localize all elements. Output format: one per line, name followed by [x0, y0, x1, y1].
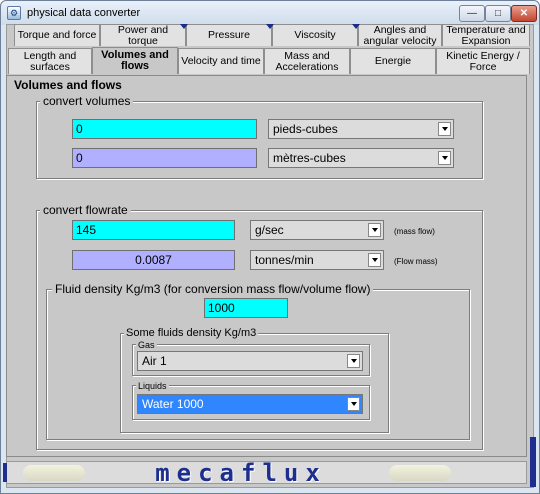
liquids-label: Liquids — [136, 381, 169, 391]
convert-volumes-label: convert volumes — [40, 95, 134, 108]
tab-label: Velocity and time — [181, 55, 261, 67]
close-button[interactable]: ✕ — [511, 5, 537, 22]
tab-torque-and-force[interactable]: Torque and force — [14, 24, 100, 46]
liquids-select[interactable]: Water 1000 — [137, 394, 363, 414]
select-value: Air 1 — [142, 354, 167, 368]
tab-label: Viscosity — [294, 29, 336, 41]
maximize-button[interactable]: □ — [485, 5, 511, 22]
tab-marker-icon — [180, 24, 188, 29]
chevron-down-icon[interactable] — [438, 151, 451, 165]
tab-volumes-and-flows[interactable]: Volumes and flows — [92, 47, 178, 74]
tab-pressure[interactable]: Pressure — [186, 24, 272, 46]
select-value: Water 1000 — [142, 397, 204, 411]
flowrate-unit-select-2[interactable]: tonnes/min — [250, 250, 384, 270]
left-edge-accent — [3, 463, 7, 482]
volume-unit-select-2[interactable]: mètres-cubes — [268, 148, 454, 168]
tab-power-and-torque[interactable]: Power and torque — [100, 24, 186, 46]
tab-marker-icon — [266, 24, 274, 29]
tab-label: Pressure — [207, 29, 250, 41]
select-value: g/sec — [255, 223, 284, 237]
tab-velocity-and-time[interactable]: Velocity and time — [178, 48, 264, 74]
tab-label: Angles and angular velocity — [363, 24, 437, 46]
tab-mass-and-accelerations[interactable]: Mass and Accelerations — [264, 48, 350, 74]
minimize-button[interactable]: — — [459, 5, 485, 22]
tab-marker-icon — [352, 24, 360, 29]
footer-slot-left — [23, 465, 85, 481]
convert-flowrate-label: convert flowrate — [40, 204, 131, 217]
chevron-down-icon[interactable] — [347, 397, 360, 411]
title-bar[interactable]: ⚙ physical data converter — □ ✕ — [1, 1, 539, 25]
gas-select[interactable]: Air 1 — [137, 351, 363, 371]
fluids-density-label: Some fluids density Kg/m3 — [124, 327, 259, 339]
fluid-density-label: Fluid density Kg/m3 (for conversion mass… — [52, 283, 374, 296]
app-icon: ⚙ — [7, 6, 21, 20]
tab-label: Volumes and flows — [101, 49, 169, 72]
tab-label: Energie — [374, 55, 412, 67]
tab-kinetic-energy-force[interactable]: Kinetic Energy / Force — [436, 48, 530, 74]
tab-label: Mass and Accelerations — [275, 49, 339, 73]
mecaflux-logo: mecaflux — [155, 459, 327, 487]
tab-label: Kinetic Energy / Force — [446, 49, 520, 73]
tab-label: Torque and force — [17, 29, 97, 41]
volume-input-2[interactable]: 0 — [72, 148, 257, 168]
chevron-down-icon[interactable] — [368, 223, 381, 237]
panel-title: Volumes and flows — [14, 78, 122, 92]
mass-flow-note: (mass flow) — [394, 227, 435, 236]
chevron-down-icon[interactable] — [438, 122, 451, 136]
tab-label: Power and torque — [117, 24, 169, 46]
window-title: physical data converter — [27, 7, 141, 19]
tab-temperature-and-expansion[interactable]: Temperature and Expansion — [442, 24, 530, 46]
select-value: mètres-cubes — [273, 151, 346, 165]
flowrate-unit-select-1[interactable]: g/sec — [250, 220, 384, 240]
flowrate-input-1[interactable]: 145 — [72, 220, 235, 240]
tab-viscosity[interactable]: Viscosity — [272, 24, 358, 46]
tab-label: Length and surfaces — [23, 49, 77, 73]
chevron-down-icon[interactable] — [368, 253, 381, 267]
tab-label: Temperature and Expansion — [446, 24, 526, 46]
flow-mass-note: (Flow mass) — [394, 257, 438, 266]
tab-length-and-surfaces[interactable]: Length and surfaces — [8, 48, 92, 74]
gas-label: Gas — [136, 340, 157, 350]
right-edge-accent — [530, 437, 536, 487]
tab-angles-and-angular-velocity[interactable]: Angles and angular velocity — [358, 24, 442, 46]
footer-slot-right — [389, 465, 451, 481]
tab-energie[interactable]: Energie — [350, 48, 436, 74]
density-input[interactable]: 1000 — [204, 298, 288, 318]
volume-unit-select-1[interactable]: pieds-cubes — [268, 119, 454, 139]
volume-input-1[interactable]: 0 — [72, 119, 257, 139]
flowrate-input-2[interactable]: 0.0087 — [72, 250, 235, 270]
select-value: pieds-cubes — [273, 122, 338, 136]
chevron-down-icon[interactable] — [347, 354, 360, 368]
select-value: tonnes/min — [255, 253, 314, 267]
